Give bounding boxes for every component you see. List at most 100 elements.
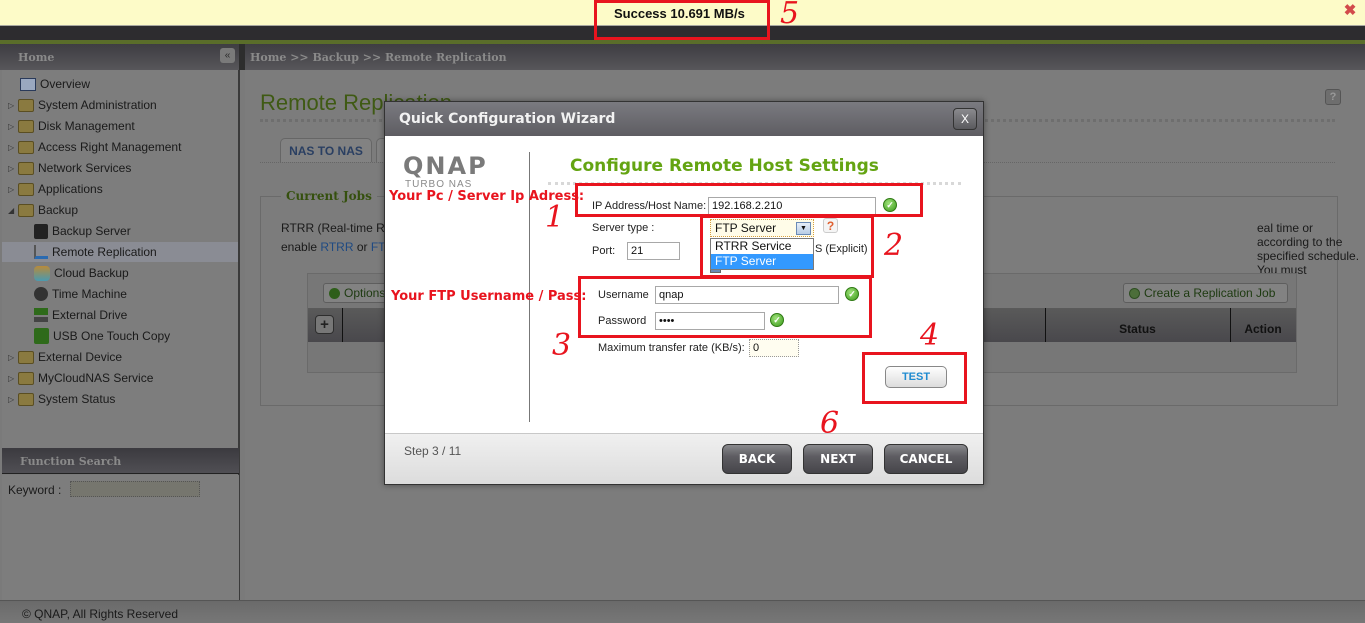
- external-drive-icon: [34, 308, 48, 322]
- password-input[interactable]: ••••: [655, 312, 765, 330]
- cancel-button[interactable]: CANCEL: [884, 444, 968, 474]
- next-button[interactable]: NEXT: [803, 444, 873, 474]
- port-input[interactable]: 21: [627, 242, 680, 260]
- expand-arrow-icon[interactable]: ▷: [8, 122, 18, 131]
- divider: [548, 182, 961, 185]
- back-button[interactable]: BACK: [722, 444, 792, 474]
- ip-address-input[interactable]: 192.168.2.210: [708, 197, 876, 215]
- folder-icon: [18, 182, 34, 196]
- folder-icon: [18, 98, 34, 112]
- sidebar-item-cloud-backup[interactable]: Cloud Backup: [34, 263, 129, 283]
- sidebar-item-usb-one-touch-copy[interactable]: USB One Touch Copy: [34, 326, 170, 346]
- sidebar: Overview ▷ System Administration ▷ Disk Ma…: [2, 70, 239, 448]
- password-label: Password: [598, 315, 647, 327]
- column-header-action[interactable]: Action: [1230, 322, 1296, 336]
- sidebar-item-label: MyCloudNAS Service: [38, 371, 154, 385]
- description-text: RTRR (Real-time R: [281, 221, 385, 235]
- sidebar-item-disk-management[interactable]: ▷ Disk Management: [8, 116, 135, 136]
- valid-check-icon: ✓: [845, 287, 859, 301]
- username-input[interactable]: qnap: [655, 286, 839, 304]
- sidebar-home-title: Home: [18, 51, 55, 64]
- sidebar-item-label: Cloud Backup: [54, 266, 129, 280]
- folder-icon: [18, 392, 34, 406]
- expand-arrow-icon[interactable]: ▷: [8, 101, 18, 110]
- sidebar-item-label: Time Machine: [52, 287, 127, 301]
- folder-open-icon: [18, 203, 34, 217]
- sidebar-item-network-services[interactable]: ▷ Network Services: [8, 158, 131, 178]
- sidebar-item-label: System Status: [38, 392, 116, 406]
- sidebar-item-access-right-management[interactable]: ▷ Access Right Management: [8, 137, 181, 157]
- folder-icon: [18, 350, 34, 364]
- description-text: enable: [281, 240, 321, 254]
- server-type-selected-value: FTP Server: [715, 221, 777, 235]
- dialog-close-button[interactable]: X: [953, 108, 977, 130]
- rtrr-link[interactable]: RTRR: [320, 240, 353, 254]
- create-replication-job-button[interactable]: Create a Replication Job: [1123, 283, 1288, 303]
- arrow-right-circle-icon: [329, 288, 340, 299]
- double-chevron-left-icon[interactable]: «: [220, 48, 235, 63]
- expand-arrow-icon[interactable]: ▷: [8, 353, 18, 362]
- overview-icon: [20, 77, 36, 91]
- port-label: Port:: [592, 245, 616, 257]
- description-line-2: enable RTRR or FT: [281, 240, 386, 254]
- keyword-input[interactable]: [70, 481, 200, 497]
- sidebar-item-mycloudnas-service[interactable]: ▷ MyCloudNAS Service: [8, 368, 153, 388]
- help-icon[interactable]: ?: [823, 218, 838, 233]
- divider: [239, 44, 245, 70]
- annotation-marker-2: 2: [884, 228, 904, 263]
- sidebar-item-external-drive[interactable]: External Drive: [34, 305, 127, 325]
- ssl-label: S (Explicit): [815, 243, 868, 255]
- plus-circle-icon: [1129, 288, 1140, 299]
- test-button[interactable]: TEST: [885, 366, 947, 388]
- footer: © QNAP, All Rights Reserved: [0, 600, 1365, 623]
- folder-icon: [18, 119, 34, 133]
- tab-nas-to-nas[interactable]: NAS TO NAS: [280, 138, 372, 162]
- keyword-label: Keyword :: [8, 483, 62, 497]
- expand-arrow-icon[interactable]: ▷: [8, 164, 18, 173]
- server-type-label: Server type :: [592, 222, 655, 234]
- dialog-footer: Step 3 / 11 BACK NEXT CANCEL: [385, 433, 983, 484]
- sidebar-item-system-administration[interactable]: ▷ System Administration: [8, 95, 157, 115]
- options-button-label: Options: [344, 286, 386, 300]
- server-type-select[interactable]: FTP Server ▼: [710, 219, 814, 237]
- expand-all-plus-icon[interactable]: +: [315, 315, 334, 334]
- sidebar-item-label: Backup Server: [52, 224, 131, 238]
- options-button[interactable]: Options: [323, 283, 393, 303]
- create-job-label: Create a Replication Job: [1144, 286, 1276, 300]
- chevron-down-icon[interactable]: ▼: [796, 222, 811, 235]
- sidebar-item-remote-replication[interactable]: Remote Replication: [2, 242, 239, 262]
- dropdown-option-ftp-server[interactable]: FTP Server: [711, 254, 813, 269]
- sidebar-item-label: Applications: [38, 182, 103, 196]
- description-text-continued: eal time or according to the specified s…: [1257, 221, 1360, 277]
- sidebar-item-applications[interactable]: ▷ Applications: [8, 179, 103, 199]
- username-label: Username: [598, 289, 649, 301]
- sidebar-item-backup[interactable]: ◢ Backup: [8, 200, 78, 220]
- expand-arrow-icon[interactable]: ▷: [8, 185, 18, 194]
- expand-arrow-icon[interactable]: ▷: [8, 374, 18, 383]
- cloud-backup-icon: [34, 265, 50, 281]
- sidebar-item-label: Network Services: [38, 161, 132, 175]
- column-header-status[interactable]: Status: [1045, 322, 1230, 336]
- sidebar-item-external-device[interactable]: ▷ External Device: [8, 347, 122, 367]
- max-transfer-rate-input[interactable]: 0: [749, 339, 799, 357]
- sidebar-item-label: Access Right Management: [38, 140, 182, 154]
- folder-icon: [18, 161, 34, 175]
- annotation-marker-5: 5: [780, 0, 800, 31]
- help-icon[interactable]: ?: [1325, 89, 1341, 105]
- sidebar-item-overview[interactable]: Overview: [10, 74, 90, 94]
- notification-message: Success 10.691 MB/s: [614, 6, 745, 21]
- expand-arrow-icon[interactable]: ▷: [8, 395, 18, 404]
- dialog-title: Quick Configuration Wizard: [399, 111, 616, 127]
- notification-bar: Success 10.691 MB/s ✖: [0, 0, 1365, 26]
- collapse-arrow-icon[interactable]: ◢: [8, 206, 18, 215]
- sidebar-item-system-status[interactable]: ▷ System Status: [8, 389, 115, 409]
- breadcrumb: Home >> Backup >> Remote Replication: [250, 51, 507, 64]
- close-x-icon[interactable]: ✖: [1343, 3, 1357, 18]
- expand-arrow-icon[interactable]: ▷: [8, 143, 18, 152]
- folder-icon: [18, 140, 34, 154]
- annotation-marker-6: 6: [820, 406, 840, 441]
- sidebar-item-backup-server[interactable]: Backup Server: [34, 221, 131, 241]
- sidebar-item-time-machine[interactable]: Time Machine: [34, 284, 127, 304]
- function-search-title: Function Search: [20, 455, 122, 468]
- dropdown-option-rtrr-service[interactable]: RTRR Service: [711, 239, 813, 254]
